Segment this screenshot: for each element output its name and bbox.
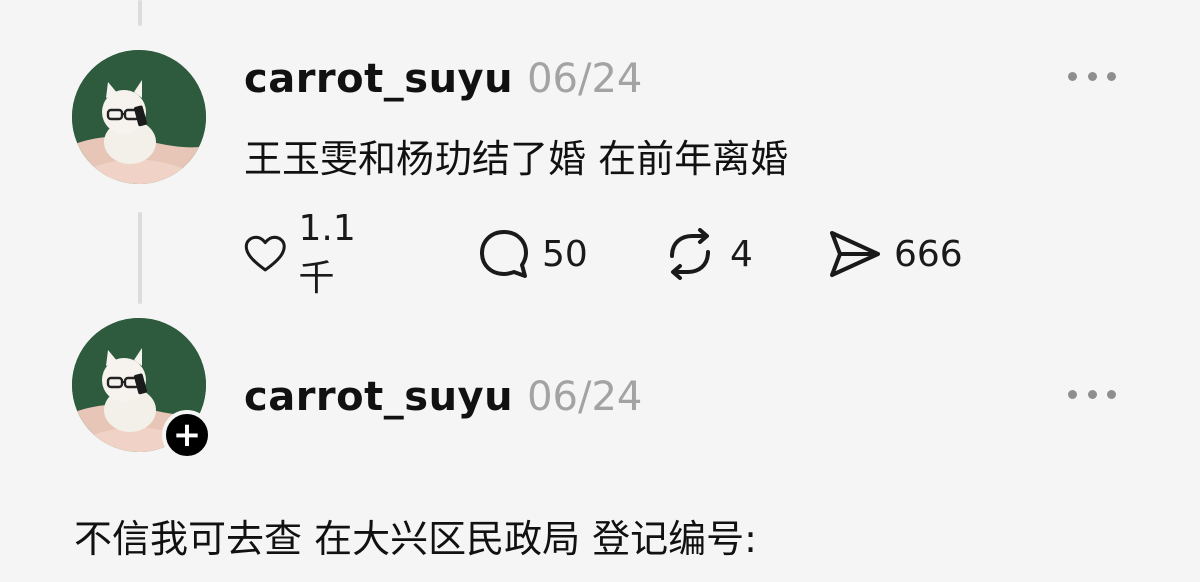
share-count: 666	[894, 233, 963, 275]
like-count: 1.1千	[298, 207, 356, 299]
cat-avatar-image	[72, 50, 206, 184]
comment-button[interactable]: 50	[478, 228, 588, 280]
thread-line-connector	[138, 212, 142, 304]
thread-line-top	[138, 0, 142, 26]
like-button[interactable]: 1.1千	[244, 208, 369, 299]
timestamp: 06/24	[527, 374, 643, 420]
follow-button[interactable]: +	[162, 410, 212, 460]
username[interactable]: carrot_suyu	[244, 56, 513, 102]
repost-count: 4	[730, 233, 753, 275]
plus-icon: +	[172, 415, 202, 455]
more-dots-icon[interactable]	[1068, 66, 1116, 86]
avatar[interactable]	[72, 50, 206, 184]
comment-count: 50	[542, 233, 588, 275]
post-header: carrot_suyu 06/24	[244, 56, 642, 102]
post-header: carrot_suyu 06/24	[244, 374, 642, 420]
comment-bubble-icon	[480, 230, 528, 278]
send-icon	[830, 231, 880, 277]
more-dots-icon[interactable]	[1068, 384, 1116, 404]
post-text: 不信我可去查 在大兴区民政局 登记编号:	[74, 517, 757, 561]
repost-icon	[670, 228, 710, 280]
timestamp: 06/24	[527, 56, 643, 102]
repost-button[interactable]: 4	[662, 228, 753, 280]
username[interactable]: carrot_suyu	[244, 374, 513, 420]
heart-icon	[244, 235, 286, 272]
post-text: 王玉雯和杨玏结了婚 在前年离婚	[244, 137, 789, 181]
share-button[interactable]: 666	[828, 228, 963, 280]
